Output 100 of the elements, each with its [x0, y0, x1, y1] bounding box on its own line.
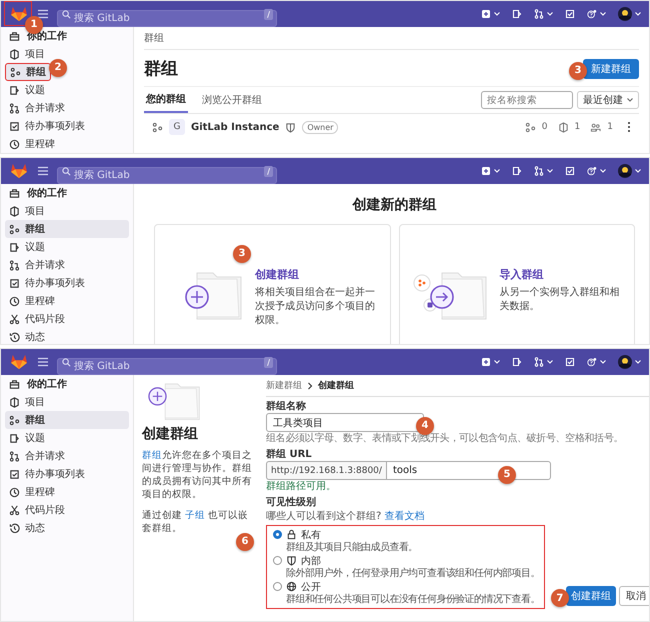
sort-dropdown[interactable]: 最近创建 [577, 91, 639, 109]
subgroup-link[interactable]: 子组 [185, 510, 206, 521]
caret-icon[interactable] [600, 360, 606, 364]
breadcrumb[interactable]: 群组 [144, 31, 164, 45]
sidebar-item[interactable]: 群组 [5, 63, 51, 81]
help-icon[interactable] [587, 357, 597, 367]
radio-button[interactable] [273, 556, 282, 565]
avatar-icon[interactable] [618, 355, 632, 369]
group-avatar: G [169, 119, 185, 135]
checkbox-icon[interactable] [565, 357, 575, 367]
clock-icon [9, 138, 20, 150]
cancel-button[interactable]: 取消 [618, 586, 649, 606]
caret-icon[interactable] [547, 12, 553, 16]
breadcrumb-item[interactable]: 新建群组 [266, 379, 302, 392]
sidebar-item[interactable]: 项目 [5, 202, 129, 220]
groups-link[interactable]: 群组 [142, 450, 162, 461]
plus-square-icon[interactable] [481, 9, 491, 19]
avatar-icon[interactable] [618, 7, 632, 21]
sidebar-item[interactable]: 合并请求 [5, 447, 129, 465]
sidebar-item[interactable]: 里程碑 [5, 292, 129, 310]
radio-button[interactable] [273, 582, 282, 591]
option-description: 群组及其项目只能由成员查看。 [285, 541, 419, 554]
document-icon[interactable] [512, 357, 522, 367]
create-group-button[interactable]: 创建群组 [566, 586, 616, 606]
option-description: 将相关项目组合在一起并一次授予成员访问多个项目的权限。 [255, 286, 376, 328]
globe-icon [286, 581, 297, 592]
people-icon [590, 122, 602, 132]
document-icon[interactable] [512, 166, 522, 176]
menu-icon[interactable] [37, 166, 49, 176]
sidebar-item[interactable]: 项目 [5, 393, 129, 411]
caret-icon[interactable] [547, 360, 553, 364]
merge-icon[interactable] [534, 9, 544, 19]
plus-square-icon[interactable] [481, 357, 491, 367]
fox-logo-icon[interactable] [10, 163, 28, 179]
fox-logo-icon[interactable] [10, 6, 28, 22]
merge-icon [9, 450, 20, 462]
sidebar-item[interactable]: 群组 [5, 411, 129, 429]
caret-icon[interactable] [600, 12, 606, 16]
sidebar-item[interactable]: 合并请求 [5, 256, 129, 274]
caret-icon[interactable] [547, 169, 553, 173]
checkbox-icon[interactable] [565, 9, 575, 19]
sidebar-item[interactable]: 议题 [5, 429, 129, 447]
help-icon[interactable] [587, 166, 597, 176]
sidebar-item[interactable]: 动态 [5, 328, 129, 344]
step-marker: 4 [416, 416, 434, 434]
merge-icon[interactable] [534, 166, 544, 176]
docs-link[interactable]: 查看文档 [384, 511, 424, 522]
shield-icon [285, 122, 296, 132]
breadcrumb-item[interactable]: 创建群组 [318, 379, 354, 392]
merge-icon [9, 260, 20, 270]
option-label: 公开 [301, 580, 321, 594]
help-icon[interactable] [587, 9, 597, 19]
sidebar-item[interactable]: 代码片段 [5, 501, 129, 519]
menu-icon[interactable] [37, 9, 49, 19]
merge-icon[interactable] [534, 357, 544, 367]
caret-icon[interactable] [494, 12, 500, 16]
nodes-icon [9, 224, 20, 234]
box-icon [558, 122, 569, 132]
tab[interactable]: 浏览公开群组 [200, 87, 264, 113]
plus-square-icon[interactable] [481, 166, 491, 176]
document-icon [9, 84, 20, 96]
more-options-icon[interactable] [627, 121, 631, 133]
box-icon [9, 396, 20, 408]
option-title[interactable]: 创建群组 [255, 268, 299, 281]
sidebar-item[interactable]: 待办事项列表 [5, 465, 129, 483]
group-name[interactable]: GitLab Instance [191, 122, 280, 132]
tab[interactable]: 您的群组 [144, 87, 188, 113]
document-icon [9, 432, 20, 444]
sidebar-item[interactable]: 里程碑 [5, 135, 129, 153]
search-icon [62, 10, 71, 18]
radio-button[interactable] [273, 530, 282, 539]
sidebar-item[interactable]: 议题 [5, 81, 129, 99]
option-label: 内部 [301, 554, 321, 568]
sidebar-item[interactable]: 议题 [5, 238, 129, 256]
fox-logo-icon[interactable] [10, 354, 28, 370]
briefcase-icon [9, 30, 20, 42]
shield-icon [286, 555, 297, 566]
caret-icon[interactable] [600, 169, 606, 173]
new-group-button[interactable]: 新建群组 [583, 59, 639, 79]
option-label: 私有 [301, 528, 321, 542]
step-marker: 2 [49, 58, 67, 76]
sidebar-item[interactable]: 里程碑 [5, 483, 129, 501]
caret-icon[interactable] [635, 12, 641, 16]
option-title[interactable]: 导入群组 [500, 268, 544, 281]
filter-field[interactable]: 按名称搜索 [481, 91, 573, 109]
caret-icon[interactable] [494, 169, 500, 173]
caret-icon[interactable] [635, 169, 641, 173]
lock-icon [286, 529, 297, 540]
menu-icon[interactable] [37, 357, 49, 367]
avatar-icon[interactable] [618, 164, 632, 178]
document-icon[interactable] [512, 9, 522, 19]
sidebar-item[interactable]: 待办事项列表 [5, 274, 129, 292]
caret-icon[interactable] [635, 360, 641, 364]
sidebar-item[interactable]: 代码片段 [5, 310, 129, 328]
sidebar-item[interactable]: 动态 [5, 519, 129, 537]
sidebar-item[interactable]: 待办事项列表 [5, 117, 129, 135]
checkbox-icon[interactable] [565, 166, 575, 176]
caret-icon[interactable] [494, 360, 500, 364]
sidebar-item[interactable]: 群组 [5, 220, 129, 238]
sidebar-item[interactable]: 合并请求 [5, 99, 129, 117]
